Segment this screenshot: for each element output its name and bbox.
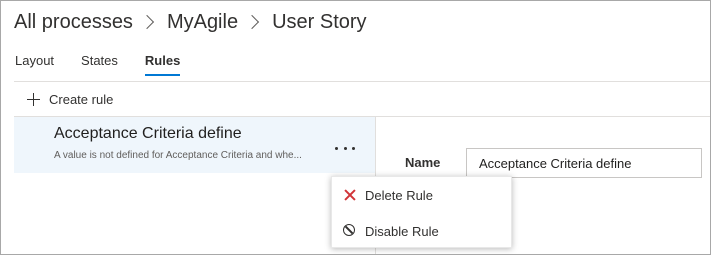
more-dot bbox=[352, 146, 355, 150]
more-options-icon[interactable] bbox=[335, 139, 355, 157]
create-rule-button[interactable]: Create rule bbox=[27, 92, 113, 107]
context-menu: Delete Rule Disable Rule bbox=[331, 176, 512, 248]
breadcrumb: All processes MyAgile User Story bbox=[14, 7, 367, 37]
disable-icon bbox=[343, 224, 355, 236]
tab-rules[interactable]: Rules bbox=[144, 53, 181, 76]
create-rule-label: Create rule bbox=[49, 92, 114, 107]
breadcrumb-work-item-type: User Story bbox=[272, 10, 367, 33]
more-dot bbox=[343, 146, 347, 150]
delete-icon bbox=[344, 189, 356, 201]
disable-rule-label: Disable Rule bbox=[365, 223, 439, 239]
disable-rule-menu-item[interactable]: Disable Rule bbox=[332, 214, 511, 248]
name-label: Name bbox=[405, 155, 441, 170]
rule-list-item[interactable]: Acceptance Criteria define A value is no… bbox=[14, 117, 375, 173]
delete-rule-menu-item[interactable]: Delete Rule bbox=[332, 178, 511, 212]
breadcrumb-process[interactable]: MyAgile bbox=[167, 11, 238, 34]
breadcrumb-all-processes[interactable]: All processes bbox=[14, 11, 133, 34]
delete-rule-label: Delete Rule bbox=[365, 187, 433, 203]
chevron-right-icon bbox=[139, 14, 155, 30]
rules-page: All processes MyAgile User Story Layout … bbox=[0, 0, 711, 255]
tab-divider bbox=[14, 81, 710, 82]
name-field[interactable] bbox=[466, 148, 702, 178]
tab-states[interactable]: States bbox=[81, 53, 118, 76]
chevron-right-icon bbox=[245, 14, 260, 30]
more-dot bbox=[335, 146, 338, 150]
tab-layout[interactable]: Layout bbox=[15, 53, 54, 76]
plus-icon bbox=[27, 93, 40, 106]
tab-bar: Layout States Rules bbox=[15, 53, 207, 76]
rule-description: A value is not defined for Acceptance Cr… bbox=[54, 150, 302, 161]
rule-title: Acceptance Criteria define bbox=[54, 125, 242, 142]
